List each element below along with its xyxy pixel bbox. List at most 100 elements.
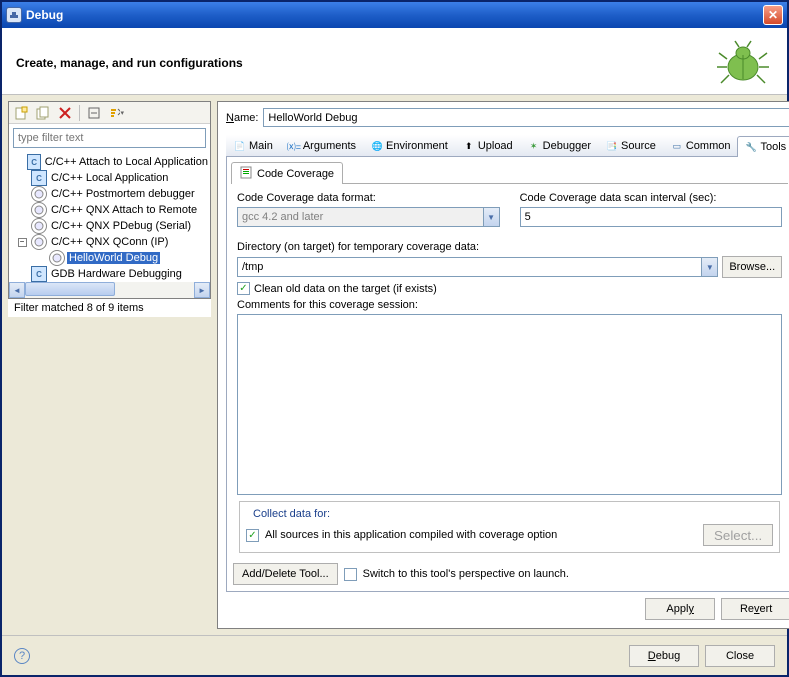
apply-revert-row: Apply Revert <box>226 592 789 622</box>
c-launch-icon: C <box>31 170 47 186</box>
format-label: Code Coverage data format: <box>237 192 500 204</box>
interval-label: Code Coverage data scan interval (sec): <box>520 192 783 204</box>
scroll-left-icon[interactable]: ◄ <box>9 282 25 298</box>
chevron-down-icon[interactable]: ▼ <box>701 258 717 276</box>
arguments-icon: ⒳= <box>287 139 301 153</box>
tree-toolbar: ▾ <box>9 102 210 124</box>
new-config-icon[interactable] <box>13 105 29 121</box>
name-input[interactable] <box>263 108 789 127</box>
tree-item[interactable]: CGDB Hardware Debugging <box>11 266 210 282</box>
add-delete-tool-button[interactable]: Add/Delete Tool... <box>233 563 338 585</box>
dialog-body: ▾ CC/C++ Attach to Local ApplicationCC/C… <box>2 95 787 635</box>
tree-item-label: C/C++ Postmortem debugger <box>49 188 197 200</box>
clean-checkbox[interactable]: ✓ <box>237 282 250 295</box>
dialog-subtitle: Create, manage, and run configurations <box>16 56 713 70</box>
tree-item[interactable]: CC/C++ Attach to Local Application <box>11 154 210 170</box>
collect-legend: Collect data for: <box>250 508 333 520</box>
tab-upload[interactable]: ⬆Upload <box>455 135 520 156</box>
qnx-launch-icon <box>31 202 47 218</box>
tab-content: Code Coverage Code Coverage data format:… <box>226 157 789 592</box>
clean-label: Clean old data on the target (if exists) <box>254 283 437 295</box>
qnx-launch-icon <box>31 218 47 234</box>
revert-button[interactable]: Revert <box>721 598 789 620</box>
qnx-launch-icon <box>31 234 47 250</box>
titlebar[interactable]: Debug ✕ <box>2 2 787 28</box>
delete-config-icon[interactable] <box>57 105 73 121</box>
collapse-all-icon[interactable] <box>86 105 102 121</box>
tools-icon: 🔧 <box>744 140 758 154</box>
select-button: Select... <box>703 524 773 546</box>
browse-button[interactable]: Browse... <box>722 256 782 278</box>
filter-input[interactable] <box>13 128 206 148</box>
separator <box>79 105 80 121</box>
dialog-header: Create, manage, and run configurations <box>2 28 787 94</box>
tab-source[interactable]: 📑Source <box>598 135 663 156</box>
dir-label: Directory (on target) for temporary cove… <box>237 241 782 253</box>
dir-select[interactable]: /tmp ▼ <box>237 257 718 277</box>
tree-item-label: C/C++ QNX PDebug (Serial) <box>49 220 193 232</box>
allsources-checkbox[interactable]: ✓ <box>246 529 259 542</box>
duplicate-config-icon[interactable] <box>35 105 51 121</box>
sub-tab-bar: Code Coverage <box>231 161 788 184</box>
tree-item-label: C/C++ Local Application <box>49 172 170 184</box>
name-label: Name: <box>226 112 258 124</box>
tree-item[interactable]: − C/C++ QNX QConn (IP) <box>11 234 210 250</box>
h-scrollbar[interactable]: ◄ ► <box>9 282 210 298</box>
tab-arguments[interactable]: ⒳=Arguments <box>280 135 363 156</box>
switch-perspective-checkbox[interactable]: ✓ <box>344 568 357 581</box>
window-title: Debug <box>26 8 763 22</box>
collapse-icon[interactable]: − <box>18 238 27 247</box>
tab-debugger[interactable]: ✶Debugger <box>520 135 598 156</box>
tree-item[interactable]: C/C++ Postmortem debugger <box>11 186 210 202</box>
qnx-launch-icon <box>31 186 47 202</box>
debug-button[interactable]: Debug <box>629 645 699 667</box>
tree-item[interactable]: CC/C++ Local Application <box>11 170 210 186</box>
tab-main[interactable]: 📄Main <box>226 135 280 156</box>
debugger-icon: ✶ <box>527 139 541 153</box>
tree-item-label: HelloWorld Debug <box>67 252 160 264</box>
c-launch-icon: C <box>27 154 40 170</box>
config-tree[interactable]: CC/C++ Attach to Local ApplicationCC/C++… <box>9 152 210 282</box>
dialog-footer: ? Debug Close <box>2 635 787 675</box>
common-icon: ▭ <box>670 139 684 153</box>
close-icon[interactable]: ✕ <box>763 5 783 25</box>
scroll-thumb[interactable] <box>25 282 115 296</box>
environment-icon: 🌐 <box>370 139 384 153</box>
debug-window: Debug ✕ Create, manage, and run configur… <box>0 0 789 677</box>
tree-item[interactable]: C/C++ QNX PDebug (Serial) <box>11 218 210 234</box>
subtab-code-coverage[interactable]: Code Coverage <box>231 162 343 184</box>
tab-environment[interactable]: 🌐Environment <box>363 135 455 156</box>
tree-item-label: C/C++ QNX Attach to Remote <box>49 204 199 216</box>
tree-item-label: C/C++ Attach to Local Application <box>43 156 210 168</box>
collect-group: Collect data for: ✓ All sources in this … <box>239 501 780 553</box>
tree-item[interactable]: C/C++ QNX Attach to Remote <box>11 202 210 218</box>
comments-label: Comments for this coverage session: <box>237 299 782 311</box>
tab-bar: 📄Main ⒳=Arguments 🌐Environment ⬆Upload ✶… <box>226 135 789 157</box>
upload-icon: ⬆ <box>462 139 476 153</box>
tab-common[interactable]: ▭Common <box>663 135 738 156</box>
comments-textarea[interactable] <box>237 314 782 495</box>
source-icon: 📑 <box>605 139 619 153</box>
apply-button[interactable]: Apply <box>645 598 715 620</box>
tool-row: Add/Delete Tool... ✓ Switch to this tool… <box>231 557 788 587</box>
help-icon[interactable]: ? <box>14 648 30 664</box>
tree-item-label: C/C++ QNX QConn (IP) <box>49 236 170 248</box>
config-tree-pane: ▾ CC/C++ Attach to Local ApplicationCC/C… <box>8 101 211 299</box>
tree-item[interactable]: HelloWorld Debug <box>11 250 210 266</box>
debug-bug-icon <box>713 38 773 88</box>
scroll-track[interactable] <box>25 282 194 298</box>
tab-tools[interactable]: 🔧Tools <box>737 136 789 157</box>
coverage-icon <box>240 165 254 182</box>
filter-status: Filter matched 8 of 9 items <box>8 299 211 317</box>
tree-item-label: GDB Hardware Debugging <box>49 268 184 280</box>
interval-input[interactable] <box>520 207 783 227</box>
close-button[interactable]: Close <box>705 645 775 667</box>
filter-icon[interactable]: ▾ <box>108 105 124 121</box>
main-icon: 📄 <box>233 139 247 153</box>
scroll-right-icon[interactable]: ► <box>194 282 210 298</box>
coverage-form: Code Coverage data format: gcc 4.2 and l… <box>231 184 788 557</box>
chevron-down-icon: ▼ <box>483 208 499 226</box>
config-details-pane: Name: 📄Main ⒳=Arguments 🌐Environment ⬆Up… <box>217 101 789 629</box>
allsources-label: All sources in this application compiled… <box>265 529 557 541</box>
qnx-launch-icon <box>49 250 65 266</box>
